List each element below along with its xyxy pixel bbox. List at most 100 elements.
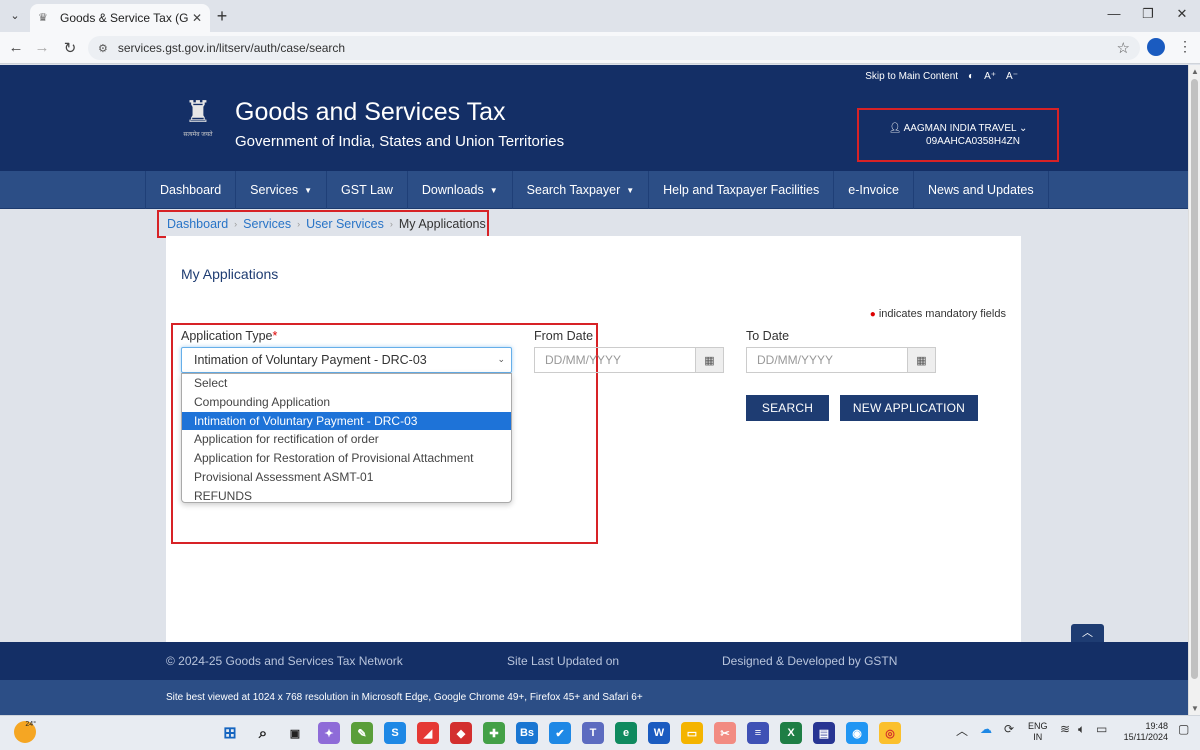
from-date-label: From Date xyxy=(534,329,594,343)
dropdown-option[interactable]: Application for Restoration of Provision… xyxy=(182,449,511,468)
language-indicator[interactable]: ENG IN xyxy=(1028,721,1048,743)
onedrive-icon[interactable]: ☁ xyxy=(980,722,992,736)
back-icon[interactable]: ← xyxy=(6,39,26,56)
profile-avatar[interactable] xyxy=(1147,38,1165,56)
todo-icon[interactable]: ✔ xyxy=(549,722,571,744)
skype-icon[interactable]: S xyxy=(384,722,406,744)
scroll-down-icon[interactable]: ▼ xyxy=(1191,704,1199,713)
tray-overflow-icon[interactable]: ︿ xyxy=(956,722,968,739)
scroll-up-icon[interactable]: ▲ xyxy=(1191,67,1199,76)
browser-menu-icon[interactable]: ⋮ xyxy=(1178,38,1192,55)
font-decrease-button[interactable]: A⁻ xyxy=(1006,71,1018,82)
address-bar-row: ← → ↻ ⚙ services.gst.gov.in/litserv/auth… xyxy=(0,32,1200,64)
gst-page: Skip to Main Content ◐ A⁺ A⁻ ♜ सत्यमेव जय… xyxy=(0,65,1188,715)
bookmark-star-icon[interactable]: ☆ xyxy=(1117,39,1130,57)
contrast-icon[interactable]: ◐ xyxy=(968,71,974,82)
nav-services[interactable]: Services ▼ xyxy=(236,171,328,209)
application-type-dropdown: Select Compounding Application Intimatio… xyxy=(181,373,512,503)
caret-down-icon: ▼ xyxy=(304,185,313,195)
application-type-select[interactable]: Intimation of Voluntary Payment - DRC-03… xyxy=(181,347,512,373)
tab-search-icon[interactable]: ⌄ xyxy=(6,6,24,24)
edge-icon[interactable]: e xyxy=(615,722,637,744)
user-name: AAGMAN INDIA TRAVEL xyxy=(903,123,1017,134)
word-icon[interactable]: W xyxy=(648,722,670,744)
file-explorer-icon[interactable]: ▭ xyxy=(681,722,703,744)
new-application-button[interactable]: NEW APPLICATION xyxy=(840,395,978,421)
start-icon[interactable]: ⊞ xyxy=(219,722,241,744)
dropdown-option[interactable]: Provisional Assessment ASMT-01 xyxy=(182,468,511,487)
page-scrollbar[interactable]: ▲ ▼ xyxy=(1188,65,1200,715)
page-title: My Applications xyxy=(181,266,279,282)
user-menu[interactable]: 👤︎ AAGMAN INDIA TRAVEL ⌄ 09AAHCA0358H4ZN xyxy=(857,108,1059,162)
nav-search-taxpayer[interactable]: Search Taxpayer ▼ xyxy=(513,171,650,209)
calendar-icon[interactable]: ▦ xyxy=(695,348,723,372)
national-emblem-icon: ♜ सत्यमेव जयते xyxy=(183,96,213,138)
nav-news[interactable]: News and Updates xyxy=(914,171,1049,209)
wifi-icon[interactable]: ≋ xyxy=(1060,722,1070,736)
app-icon[interactable]: Bs xyxy=(516,722,538,744)
mandatory-note: ● indicates mandatory fields xyxy=(869,308,1006,320)
copilot-icon[interactable]: ✦ xyxy=(318,722,340,744)
reload-icon[interactable]: ↻ xyxy=(60,39,80,57)
breadcrumb-services[interactable]: Services xyxy=(243,217,291,231)
footer-copyright: © 2024-25 Goods and Services Tax Network xyxy=(166,654,403,668)
font-increase-button[interactable]: A⁺ xyxy=(984,71,996,82)
dropdown-option[interactable]: Compounding Application xyxy=(182,393,511,412)
search-button[interactable]: SEARCH xyxy=(746,395,829,421)
app-icon[interactable]: ▤ xyxy=(813,722,835,744)
dropdown-option[interactable]: Application for rectification of order xyxy=(182,430,511,449)
sync-icon[interactable]: ⟳ xyxy=(1004,722,1014,736)
to-date-field: DD/MM/YYYY ▦ xyxy=(746,347,936,373)
search-icon[interactable]: ⌕ xyxy=(252,722,274,744)
footer: © 2024-25 Goods and Services Tax Network… xyxy=(0,642,1188,680)
scroll-to-top-icon[interactable]: ︿ xyxy=(1071,624,1104,642)
browser-tab[interactable]: ♛ Goods & Service Tax (GST) | User ✕ xyxy=(30,4,210,32)
teams-icon[interactable]: T xyxy=(582,722,604,744)
notepad-icon[interactable]: ≡ xyxy=(747,722,769,744)
to-date-input[interactable]: DD/MM/YYYY xyxy=(747,348,907,372)
dropdown-option-selected[interactable]: Intimation of Voluntary Payment - DRC-03 xyxy=(182,411,511,431)
footer-updated: Site Last Updated on xyxy=(507,654,620,668)
app-icon[interactable]: ✂ xyxy=(714,722,736,744)
app-icon[interactable]: ◉ xyxy=(846,722,868,744)
tab-close-icon[interactable]: ✕ xyxy=(192,11,202,25)
notification-icon[interactable]: ▢ xyxy=(1178,722,1189,736)
breadcrumb-user-services[interactable]: User Services xyxy=(306,217,384,231)
excel-icon[interactable]: X xyxy=(780,722,802,744)
task-view-icon[interactable]: ▣ xyxy=(284,722,306,744)
nav-dashboard[interactable]: Dashboard xyxy=(146,171,237,209)
clock[interactable]: 19:48 15/11/2024 xyxy=(1118,721,1168,743)
skip-to-main-link[interactable]: Skip to Main Content xyxy=(865,71,958,82)
app-icon[interactable]: ✚ xyxy=(483,722,505,744)
calendar-icon[interactable]: ▦ xyxy=(907,348,935,372)
nav-downloads[interactable]: Downloads ▼ xyxy=(408,171,513,209)
breadcrumb-dashboard[interactable]: Dashboard xyxy=(167,217,228,231)
battery-icon[interactable]: ▭ xyxy=(1096,722,1107,736)
nav-gst-law[interactable]: GST Law xyxy=(327,171,408,209)
app-icon[interactable]: ✎ xyxy=(351,722,373,744)
from-date-input[interactable]: DD/MM/YYYY xyxy=(535,348,695,372)
breadcrumb: Dashboard › Services › User Services › My A… xyxy=(157,210,489,238)
main-panel: My Applications ● indicates mandatory fie… xyxy=(166,236,1021,642)
weather-icon[interactable]: 24° xyxy=(14,721,36,743)
user-icon: 👤︎ xyxy=(888,123,902,134)
chevron-down-icon: ⌄ xyxy=(1018,123,1028,134)
url-field[interactable]: ⚙ services.gst.gov.in/litserv/auth/case/… xyxy=(88,36,1140,60)
nav-help[interactable]: Help and Taxpayer Facilities xyxy=(649,171,835,209)
from-date-field: DD/MM/YYYY ▦ xyxy=(534,347,724,373)
site-info-icon[interactable]: ⚙ xyxy=(98,42,108,55)
app-icon[interactable]: ◆ xyxy=(450,722,472,744)
dropdown-option[interactable]: REFUNDS xyxy=(182,487,511,506)
scroll-thumb[interactable] xyxy=(1191,79,1198,679)
nav-e-invoice[interactable]: e-Invoice xyxy=(834,171,914,209)
windows-taskbar: 24° ⊞ ⌕ ▣ ✦ ✎ S ◢ ◆ ✚ Bs ✔ T e W ▭ ✂ ≡ X… xyxy=(0,715,1200,750)
dropdown-option[interactable]: Select xyxy=(182,374,511,393)
forward-icon[interactable]: → xyxy=(32,39,52,56)
site-title: Goods and Services Tax xyxy=(235,98,506,126)
new-tab-icon[interactable]: + xyxy=(212,6,232,27)
site-subtitle: Government of India, States and Union Te… xyxy=(235,133,565,150)
chrome-icon[interactable]: ◎ xyxy=(879,722,901,744)
volume-icon[interactable]: 🔈︎ xyxy=(1078,722,1085,737)
app-icon[interactable]: ◢ xyxy=(417,722,439,744)
window-close-icon[interactable]: ✕ xyxy=(1162,6,1200,22)
